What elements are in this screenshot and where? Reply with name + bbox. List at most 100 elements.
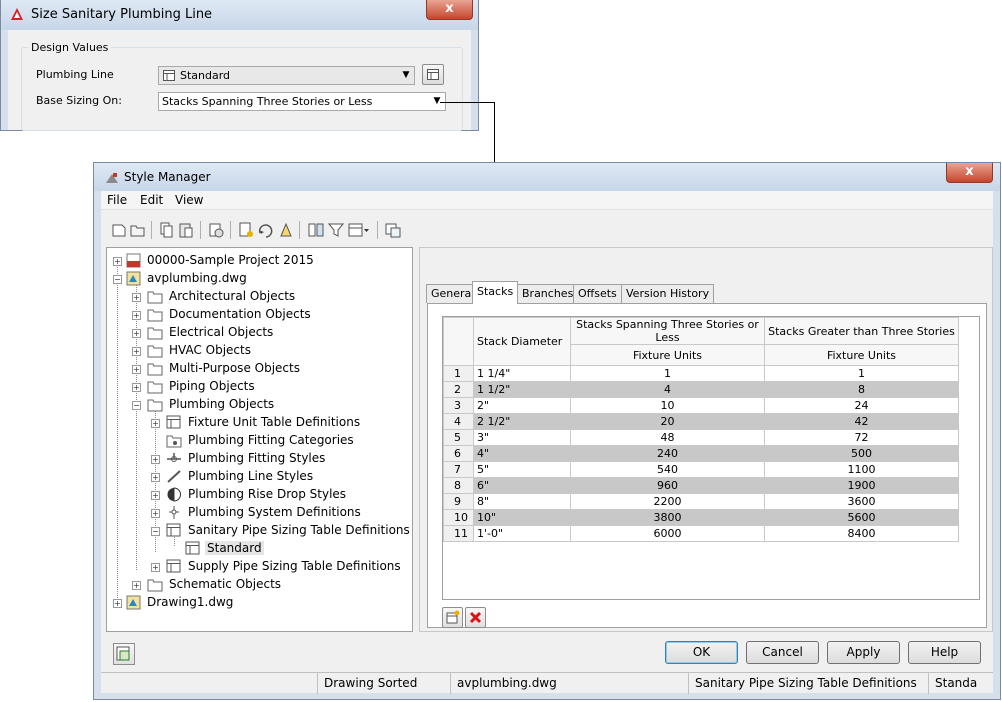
table-row[interactable]: 21 1/2" 4 8 xyxy=(443,381,959,398)
fixture-units-greater-than-three-cell[interactable]: 500 xyxy=(764,445,959,462)
filter-icon[interactable] xyxy=(327,221,345,239)
tree-item[interactable]: + Plumbing Line Styles xyxy=(145,468,410,486)
open-folder-icon[interactable] xyxy=(129,221,147,239)
apply-button[interactable]: Apply xyxy=(827,641,900,664)
fixture-units-greater-than-three-cell[interactable]: 1900 xyxy=(764,477,959,494)
tab-branches[interactable]: Branches xyxy=(517,284,579,303)
tab-offsets[interactable]: Offsets xyxy=(573,284,622,303)
chevron-down-icon[interactable]: ▼ xyxy=(398,67,414,84)
tree-item[interactable]: − Sanitary Pipe Sizing Table Definitions xyxy=(145,522,410,540)
fixture-units-three-or-less-cell[interactable]: 48 xyxy=(570,429,765,446)
stack-diameter-cell[interactable]: 2" xyxy=(473,397,571,414)
stack-sizing-table[interactable]: Stack Diameter Stacks Spanning Three Sto… xyxy=(442,316,980,600)
fixture-units-three-or-less-cell[interactable]: 3800 xyxy=(570,509,765,526)
header-stack-diameter[interactable]: Stack Diameter xyxy=(473,317,571,366)
fixture-units-three-or-less-cell[interactable]: 20 xyxy=(570,413,765,430)
tree-item[interactable]: + Electrical Objects xyxy=(126,324,406,342)
view-options-icon[interactable] xyxy=(347,221,371,239)
fixture-units-three-or-less-cell[interactable]: 10 xyxy=(570,397,765,414)
stack-diameter-cell[interactable]: 1'-0" xyxy=(473,525,571,542)
stack-diameter-cell[interactable]: 4" xyxy=(473,445,571,462)
tab-version-history[interactable]: Version History xyxy=(621,284,715,303)
fixture-units-greater-than-three-cell[interactable]: 5600 xyxy=(764,509,959,526)
table-edit-button[interactable] xyxy=(422,64,444,85)
menu-edit[interactable]: Edit xyxy=(140,193,163,207)
tree-item[interactable]: + Fixture Unit Table Definitions xyxy=(145,414,410,432)
copy-icon[interactable] xyxy=(157,221,175,239)
close-button[interactable]: x xyxy=(426,0,473,20)
table-row[interactable]: 6 4" 240 500 xyxy=(443,445,959,462)
style-tree[interactable]: + 00000-Sample Project 2015 − avplumbing… xyxy=(106,247,413,632)
header-stacks-three-or-less[interactable]: Stacks Spanning Three Stories or Less xyxy=(570,317,765,345)
fixture-units-greater-than-three-cell[interactable]: 24 xyxy=(764,397,959,414)
add-row-button[interactable] xyxy=(442,607,463,628)
tree-item[interactable]: + Supply Pipe Sizing Table Definitions xyxy=(145,558,410,576)
stack-diameter-cell[interactable]: 10" xyxy=(473,509,571,526)
delete-row-button[interactable] xyxy=(465,607,486,628)
drawing-sorted-icon[interactable] xyxy=(384,221,402,239)
tree-item[interactable]: Plumbing Fitting Categories xyxy=(145,432,410,450)
table-row[interactable]: 9 8" 2200 3600 xyxy=(443,493,959,510)
fixture-units-greater-than-three-cell[interactable]: 42 xyxy=(764,413,959,430)
style-manager-titlebar[interactable]: Style Manager x xyxy=(94,163,1000,191)
stack-diameter-cell[interactable]: 3" xyxy=(473,429,571,446)
fixture-units-three-or-less-cell[interactable]: 4 xyxy=(570,381,765,398)
fixture-units-greater-than-three-cell[interactable]: 8 xyxy=(764,381,959,398)
tree-item[interactable]: + 00000-Sample Project 2015 xyxy=(107,252,407,270)
dialog-titlebar[interactable]: Size Sanitary Plumbing Line x xyxy=(1,0,478,30)
paste-icon[interactable] xyxy=(177,221,195,239)
header-stacks-greater-than-three[interactable]: Stacks Greater than Three Stories xyxy=(764,317,959,345)
stack-diameter-cell[interactable]: 5" xyxy=(473,461,571,478)
new-drawing-icon[interactable] xyxy=(110,221,128,239)
tree-item[interactable]: + Plumbing System Definitions xyxy=(145,504,410,522)
table-row[interactable]: 7 5" 540 1100 xyxy=(443,461,959,478)
tree-item[interactable]: − Plumbing Objects xyxy=(126,396,406,414)
stack-diameter-cell[interactable]: 1 1/2" xyxy=(473,381,571,398)
stack-diameter-cell[interactable]: 6" xyxy=(473,477,571,494)
table-row[interactable]: 3 2" 10 24 xyxy=(443,397,959,414)
table-row[interactable]: 11 1'-0" 6000 8400 xyxy=(443,525,959,542)
plumbing-line-dropdown[interactable]: Standard ▼ xyxy=(158,66,415,85)
tree-item[interactable]: + Multi-Purpose Objects xyxy=(126,360,406,378)
tree-item[interactable]: + Documentation Objects xyxy=(126,306,406,324)
menu-view[interactable]: View xyxy=(175,193,203,207)
edit-style-icon[interactable] xyxy=(257,221,275,239)
help-button[interactable]: Help xyxy=(908,641,981,664)
table-row[interactable]: 42 1/2" 20 42 xyxy=(443,413,959,430)
purge-icon[interactable] xyxy=(207,221,225,239)
fixture-units-three-or-less-cell[interactable]: 2200 xyxy=(570,493,765,510)
table-row[interactable]: 8 6" 960 1900 xyxy=(443,477,959,494)
tree-item[interactable]: + Schematic Objects xyxy=(126,576,406,594)
new-style-icon[interactable] xyxy=(237,221,255,239)
tree-item[interactable]: + Plumbing Fitting Styles xyxy=(145,450,410,468)
toggle-view-icon[interactable] xyxy=(307,221,325,239)
tree-item[interactable]: − avplumbing.dwg xyxy=(107,270,407,288)
stack-diameter-cell[interactable]: 1 1/4" xyxy=(473,365,571,382)
fixture-units-three-or-less-cell[interactable]: 1 xyxy=(570,365,765,382)
tree-item[interactable]: + Architectural Objects xyxy=(126,288,406,306)
table-row[interactable]: 11 1/4" 1 1 xyxy=(443,365,959,382)
base-sizing-dropdown[interactable]: Stacks Spanning Three Stories or Less ▼ xyxy=(158,92,446,111)
fixture-units-greater-than-three-cell[interactable]: 3600 xyxy=(764,493,959,510)
table-row[interactable]: 10 10" 3800 5600 xyxy=(443,509,959,526)
ok-button[interactable]: OK xyxy=(665,641,738,664)
tree-item[interactable]: + Piping Objects xyxy=(126,378,406,396)
table-row[interactable]: 5 3" 48 72 xyxy=(443,429,959,446)
fixture-units-greater-than-three-cell[interactable]: 1 xyxy=(764,365,959,382)
set-from-icon[interactable] xyxy=(277,221,295,239)
fixture-units-greater-than-three-cell[interactable]: 1100 xyxy=(764,461,959,478)
fixture-units-greater-than-three-cell[interactable]: 72 xyxy=(764,429,959,446)
tree-item-standard[interactable]: Standard xyxy=(164,540,364,558)
tree-item[interactable]: + Drawing1.dwg xyxy=(107,594,407,612)
fixture-units-greater-than-three-cell[interactable]: 8400 xyxy=(764,525,959,542)
toggle-preview-button[interactable] xyxy=(113,643,135,665)
menu-file[interactable]: File xyxy=(107,193,127,207)
stack-diameter-cell[interactable]: 8" xyxy=(473,493,571,510)
tree-item[interactable]: + Plumbing Rise Drop Styles xyxy=(145,486,410,504)
stack-diameter-cell[interactable]: 2 1/2" xyxy=(473,413,571,430)
close-button[interactable]: x xyxy=(946,163,993,183)
fixture-units-three-or-less-cell[interactable]: 6000 xyxy=(570,525,765,542)
tab-stacks[interactable]: Stacks xyxy=(472,281,519,304)
fixture-units-three-or-less-cell[interactable]: 240 xyxy=(570,445,765,462)
fixture-units-three-or-less-cell[interactable]: 960 xyxy=(570,477,765,494)
